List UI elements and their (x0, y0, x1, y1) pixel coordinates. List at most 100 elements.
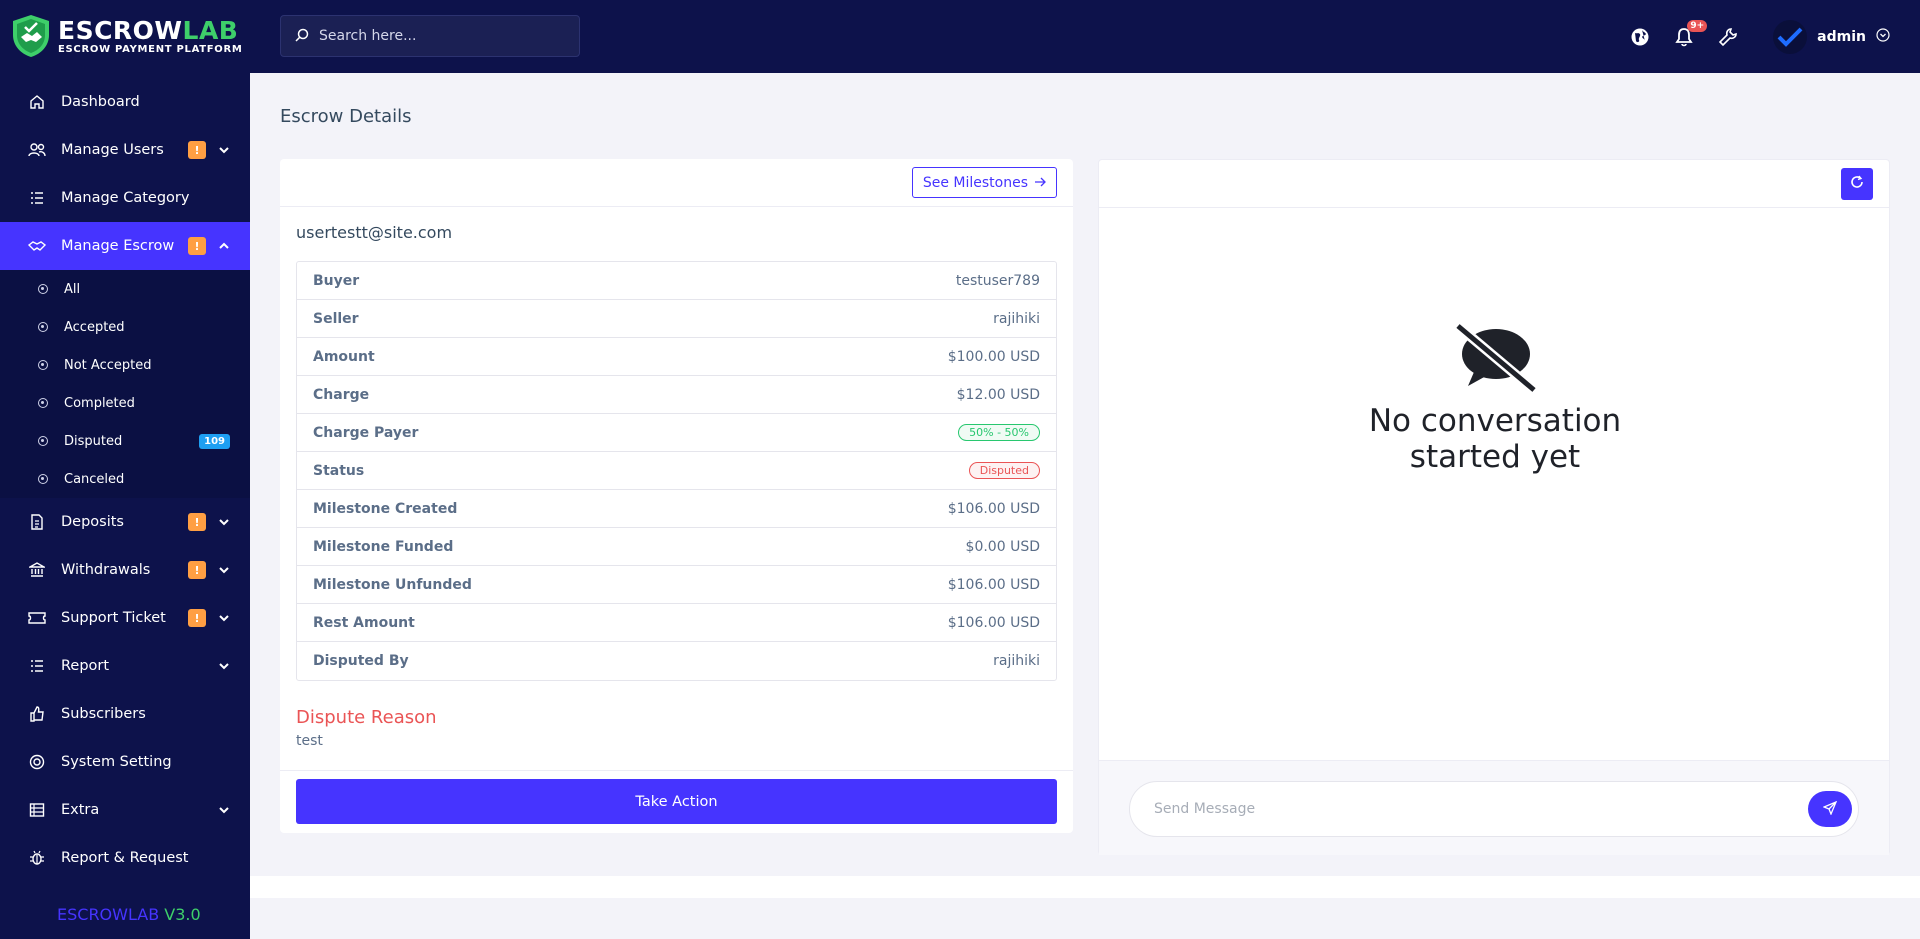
chevron-down-icon (218, 804, 230, 816)
app-version: ESCROWLAB V3.0 (57, 905, 201, 924)
circle-dot-icon (38, 284, 48, 294)
card-header: See Milestones (280, 159, 1073, 207)
bell-icon[interactable]: 9+ (1673, 19, 1708, 48)
sidebar-item-system-setting[interactable]: System Setting (0, 738, 250, 786)
comment-slash-icon (1454, 322, 1538, 394)
user-menu[interactable]: admin (1773, 19, 1890, 54)
warning-badge: ! (188, 561, 206, 579)
chevron-down-circle-icon (1876, 27, 1890, 46)
empty-message: No conversation started yet (1368, 403, 1622, 475)
circle-dot-icon (38, 360, 48, 370)
sidebar: ESCROWLAB ESCROW PAYMENT PLATFORM Dashbo… (0, 0, 250, 939)
detail-row-disputed-by: Disputed By rajihiki (313, 653, 1040, 669)
brand-name: ESCROWLAB (58, 16, 239, 45)
sidebar-item-manage-users[interactable]: Manage Users ! (0, 126, 250, 174)
card-header (1099, 160, 1889, 208)
home-icon (28, 93, 46, 111)
search-icon (295, 27, 309, 46)
bug-icon (28, 849, 46, 867)
sidebar-item-dashboard[interactable]: Dashboard (0, 78, 250, 126)
take-action-button[interactable]: Take Action (296, 779, 1057, 824)
dispute-reason-title: Dispute Reason (296, 707, 437, 728)
detail-row-amount: Amount $100.00 USD (297, 338, 1056, 376)
charge-payer-badge: 50% - 50% (958, 424, 1040, 441)
circle-dot-icon (38, 474, 48, 484)
users-icon (28, 141, 46, 159)
sidebar-item-deposits[interactable]: Deposits ! (0, 498, 250, 546)
detail-row-charge: Charge $12.00 USD (297, 376, 1056, 414)
escrow-submenu: All Accepted Not Accepted Completed Disp… (0, 270, 250, 498)
sidebar-item-withdrawals[interactable]: Withdrawals ! (0, 546, 250, 594)
shield-logo-icon (13, 15, 49, 57)
footer-strip (250, 876, 1920, 898)
escrow-details-card: See Milestones usertestt@site.com Buyer t… (280, 159, 1073, 833)
circle-dot-icon (38, 398, 48, 408)
submenu-item-disputed[interactable]: Disputed 109 (0, 422, 250, 460)
chevron-down-icon (218, 660, 230, 672)
refresh-icon (1850, 175, 1864, 192)
brand-tagline: ESCROW PAYMENT PLATFORM (58, 44, 243, 55)
detail-row-buyer: Buyer testuser789 (297, 262, 1056, 300)
refresh-button[interactable] (1841, 167, 1873, 200)
submenu-item-all[interactable]: All (0, 270, 250, 308)
sidebar-item-extra[interactable]: Extra (0, 786, 250, 834)
detail-row-rest-amount: Rest Amount $106.00 USD (297, 604, 1056, 642)
escrow-email: usertestt@site.com (296, 223, 453, 242)
warning-badge: ! (188, 513, 206, 531)
ticket-icon (28, 609, 46, 627)
sidebar-item-report[interactable]: Report (0, 642, 250, 690)
message-input[interactable] (1154, 801, 1808, 817)
server-icon (28, 801, 46, 819)
dispute-reason-text: test (296, 733, 323, 749)
sidebar-item-report-request[interactable]: Report & Request (0, 834, 250, 882)
arrow-right-icon (1034, 175, 1046, 191)
chat-footer (1099, 760, 1889, 855)
topbar: 9+ admin (250, 0, 1920, 73)
chevron-down-icon (218, 516, 230, 528)
sidebar-item-manage-escrow[interactable]: Manage Escrow ! (0, 222, 250, 270)
submenu-item-completed[interactable]: Completed (0, 384, 250, 422)
card-divider (280, 770, 1073, 771)
detail-row-status: Status Disputed (297, 452, 1056, 490)
submenu-item-accepted[interactable]: Accepted (0, 308, 250, 346)
send-button[interactable] (1808, 791, 1852, 827)
detail-row-milestone-funded: Milestone Funded $0.00 USD (297, 528, 1056, 566)
send-icon (1822, 800, 1838, 818)
search-input[interactable] (319, 28, 559, 44)
chevron-down-icon (218, 564, 230, 576)
detail-row-milestone-unfunded: Milestone Unfunded $106.00 USD (297, 566, 1056, 604)
user-name: admin (1817, 28, 1866, 45)
wrench-icon[interactable] (1717, 26, 1739, 48)
submenu-item-canceled[interactable]: Canceled (0, 460, 250, 498)
list-icon (28, 189, 46, 207)
sidebar-item-subscribers[interactable]: Subscribers (0, 690, 250, 738)
page-title: Escrow Details (280, 106, 412, 127)
empty-conversation: No conversation started yet (1099, 320, 1891, 475)
warning-badge: ! (188, 609, 206, 627)
file-dollar-icon (28, 513, 46, 531)
handshake-icon (28, 237, 46, 255)
globe-icon[interactable] (1629, 26, 1651, 48)
avatar (1773, 19, 1808, 54)
chevron-down-icon (218, 612, 230, 624)
list-icon (28, 657, 46, 675)
detail-row-seller: Seller rajihiki (297, 300, 1056, 338)
circle-dot-icon (38, 322, 48, 332)
submenu-item-not-accepted[interactable]: Not Accepted (0, 346, 250, 384)
thumbs-up-icon (28, 705, 46, 723)
chevron-up-icon (218, 240, 230, 252)
detail-row-milestone-created: Milestone Created $106.00 USD (297, 490, 1056, 528)
topbar-actions: 9+ admin (1629, 0, 1890, 73)
sidebar-item-manage-category[interactable]: Manage Category (0, 174, 250, 222)
circle-dot-icon (38, 436, 48, 446)
see-milestones-button[interactable]: See Milestones (911, 167, 1057, 198)
chevron-down-icon (218, 144, 230, 156)
lifebuoy-icon (28, 753, 46, 771)
sidebar-item-support-ticket[interactable]: Support Ticket ! (0, 594, 250, 642)
conversation-card: No conversation started yet (1098, 159, 1890, 855)
detail-row-charge-payer: Charge Payer 50% - 50% (297, 414, 1056, 452)
status-badge: Disputed (968, 462, 1040, 479)
search-box[interactable] (280, 15, 580, 57)
brand-logo[interactable]: ESCROWLAB ESCROW PAYMENT PLATFORM (0, 0, 250, 72)
escrow-details-list: Buyer testuser789 Seller rajihiki Amount $1… (296, 261, 1057, 681)
